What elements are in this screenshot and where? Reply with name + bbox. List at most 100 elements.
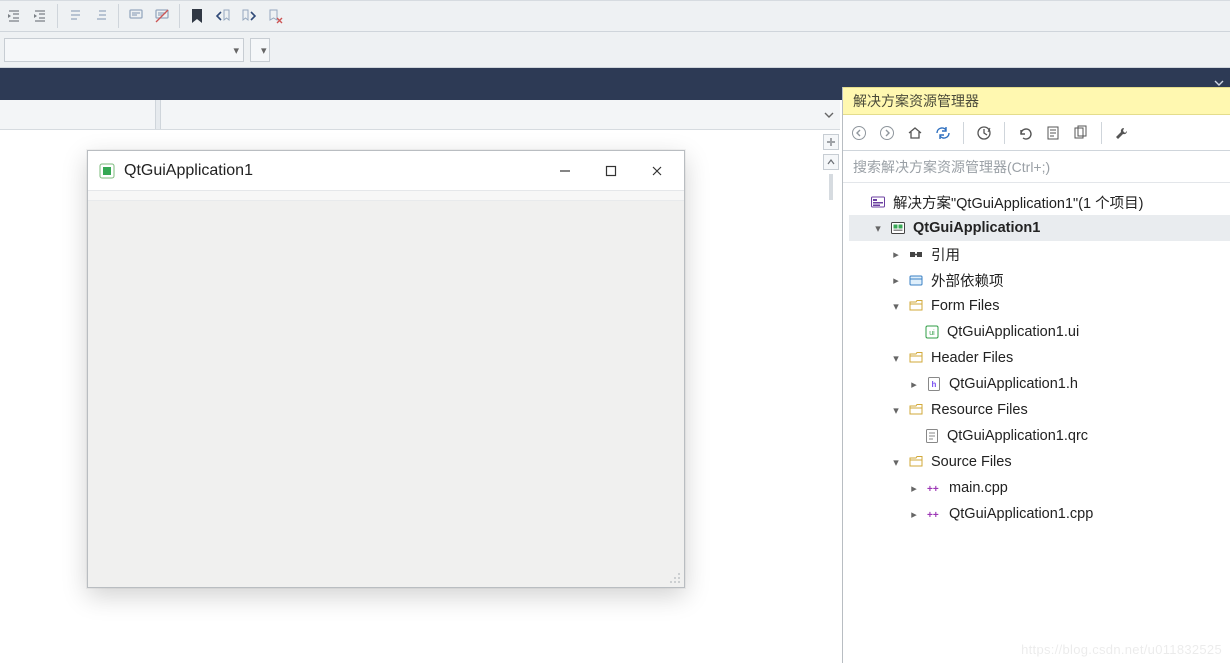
window-maximize-button[interactable] [588, 152, 634, 190]
ui-icon: ui [923, 323, 941, 341]
qt-app-window[interactable]: QtGuiApplication1 [87, 150, 685, 588]
nav-forward-icon[interactable] [875, 121, 899, 145]
sync-icon[interactable] [931, 121, 955, 145]
toolbar-separator [118, 4, 119, 28]
window-minimize-button[interactable] [542, 152, 588, 190]
twisty-icon[interactable] [889, 273, 903, 287]
project-icon [889, 219, 907, 237]
twisty-icon[interactable] [907, 507, 921, 521]
window-close-button[interactable] [634, 152, 680, 190]
bookmark-clear-icon[interactable] [263, 4, 287, 28]
solution-explorer-panel: 解决方案资源管理器 解决方案"QtGuiApplication1"(1 个项目)… [842, 87, 1230, 663]
indent-increase-icon[interactable] [28, 4, 52, 28]
scrollbar-track[interactable] [829, 174, 833, 200]
qt-app-icon [98, 162, 116, 180]
wrench-icon[interactable] [1110, 121, 1134, 145]
qt-menubar [88, 191, 684, 201]
indent-icon[interactable] [89, 4, 113, 28]
qt-window-title: QtGuiApplication1 [124, 162, 253, 180]
bookmark-next-icon[interactable] [237, 4, 261, 28]
history-icon[interactable] [972, 121, 996, 145]
svg-text:++: ++ [927, 484, 939, 495]
toolbar-separator [1004, 122, 1005, 144]
tree-label: QtGuiApplication1.qrc [947, 428, 1088, 444]
twisty-icon[interactable] [871, 221, 885, 235]
twisty-icon[interactable] [907, 377, 921, 391]
scroll-up-icon[interactable] [823, 154, 839, 170]
uncomment-icon[interactable] [150, 4, 174, 28]
bookmark-icon[interactable] [185, 4, 209, 28]
tree-row[interactable]: Source Files [849, 449, 1230, 475]
main-toolbar [0, 0, 1230, 32]
toolbar-separator [963, 122, 964, 144]
tree-row[interactable]: 外部依赖项 [849, 267, 1230, 293]
toolbar-separator [179, 4, 180, 28]
outdent-icon[interactable] [63, 4, 87, 28]
tree-label: Resource Files [931, 402, 1028, 418]
twisty-icon[interactable] [889, 247, 903, 261]
split-horizontal-icon[interactable] [823, 134, 839, 150]
bookmark-prev-icon[interactable] [211, 4, 235, 28]
dropdown-icon[interactable] [820, 106, 838, 124]
scope-bar [0, 32, 1230, 68]
tree-label: 解决方案"QtGuiApplication1"(1 个项目) [893, 192, 1143, 213]
scope-mini-combo[interactable] [250, 38, 270, 62]
h-icon: h [925, 375, 943, 393]
comment-icon[interactable] [124, 4, 148, 28]
chevron-down-icon [261, 41, 267, 59]
properties-icon[interactable] [1041, 121, 1065, 145]
cpp-icon: ++ [925, 505, 943, 523]
home-icon[interactable] [903, 121, 927, 145]
tree-label: Header Files [931, 350, 1013, 366]
panel-title[interactable]: 解决方案资源管理器 [843, 87, 1230, 115]
splitter-handle[interactable] [155, 100, 161, 129]
filter-icon [907, 401, 925, 419]
panel-title-label: 解决方案资源管理器 [853, 91, 979, 111]
tree-row[interactable]: ++ QtGuiApplication1.cpp [849, 501, 1230, 527]
svg-text:++: ++ [927, 510, 939, 521]
twisty-icon[interactable] [889, 403, 903, 417]
undo-icon[interactable] [1013, 121, 1037, 145]
tree-row[interactable]: h QtGuiApplication1.h [849, 371, 1230, 397]
editor-nav-strip [0, 100, 840, 130]
indent-decrease-icon[interactable] [2, 4, 26, 28]
cpp-icon: ++ [925, 479, 943, 497]
tree-label: Source Files [931, 454, 1012, 470]
toolbar-separator [57, 4, 58, 28]
tree-label: 外部依赖项 [931, 270, 1004, 291]
tree-label: main.cpp [949, 480, 1008, 496]
twisty-icon[interactable] [889, 299, 903, 313]
extdep-icon [907, 271, 925, 289]
tree-row[interactable]: 解决方案"QtGuiApplication1"(1 个项目) [849, 189, 1230, 215]
tree-row[interactable]: QtGuiApplication1.qrc [849, 423, 1230, 449]
tree-label: 引用 [931, 244, 960, 265]
panel-toolbar [843, 115, 1230, 151]
solution-icon [869, 193, 887, 211]
panel-search [843, 151, 1230, 183]
tree-row[interactable]: Form Files [849, 293, 1230, 319]
tree-row[interactable]: ui QtGuiApplication1.ui [849, 319, 1230, 345]
twisty-icon[interactable] [907, 481, 921, 495]
tree-row[interactable]: Resource Files [849, 397, 1230, 423]
show-all-files-icon[interactable] [1069, 121, 1093, 145]
twisty-icon[interactable] [889, 351, 903, 365]
tree-label: QtGuiApplication1 [913, 220, 1040, 236]
tree-row[interactable]: Header Files [849, 345, 1230, 371]
filter-icon [907, 297, 925, 315]
refs-icon [907, 245, 925, 263]
svg-text:h: h [932, 380, 937, 389]
nav-back-icon[interactable] [847, 121, 871, 145]
qt-titlebar[interactable]: QtGuiApplication1 [88, 151, 684, 191]
scope-combo[interactable] [4, 38, 244, 62]
twisty-icon[interactable] [889, 455, 903, 469]
tree-row[interactable]: QtGuiApplication1 [849, 215, 1230, 241]
editor-right-gutter [822, 130, 840, 200]
solution-tree[interactable]: 解决方案"QtGuiApplication1"(1 个项目) QtGuiAppl… [843, 183, 1230, 537]
toolbar-separator [1101, 122, 1102, 144]
chevron-down-icon [233, 41, 239, 59]
resize-grip-icon[interactable] [668, 571, 682, 585]
svg-text:ui: ui [929, 330, 935, 337]
tree-row[interactable]: ++ main.cpp [849, 475, 1230, 501]
search-input[interactable] [853, 159, 1220, 175]
tree-row[interactable]: 引用 [849, 241, 1230, 267]
